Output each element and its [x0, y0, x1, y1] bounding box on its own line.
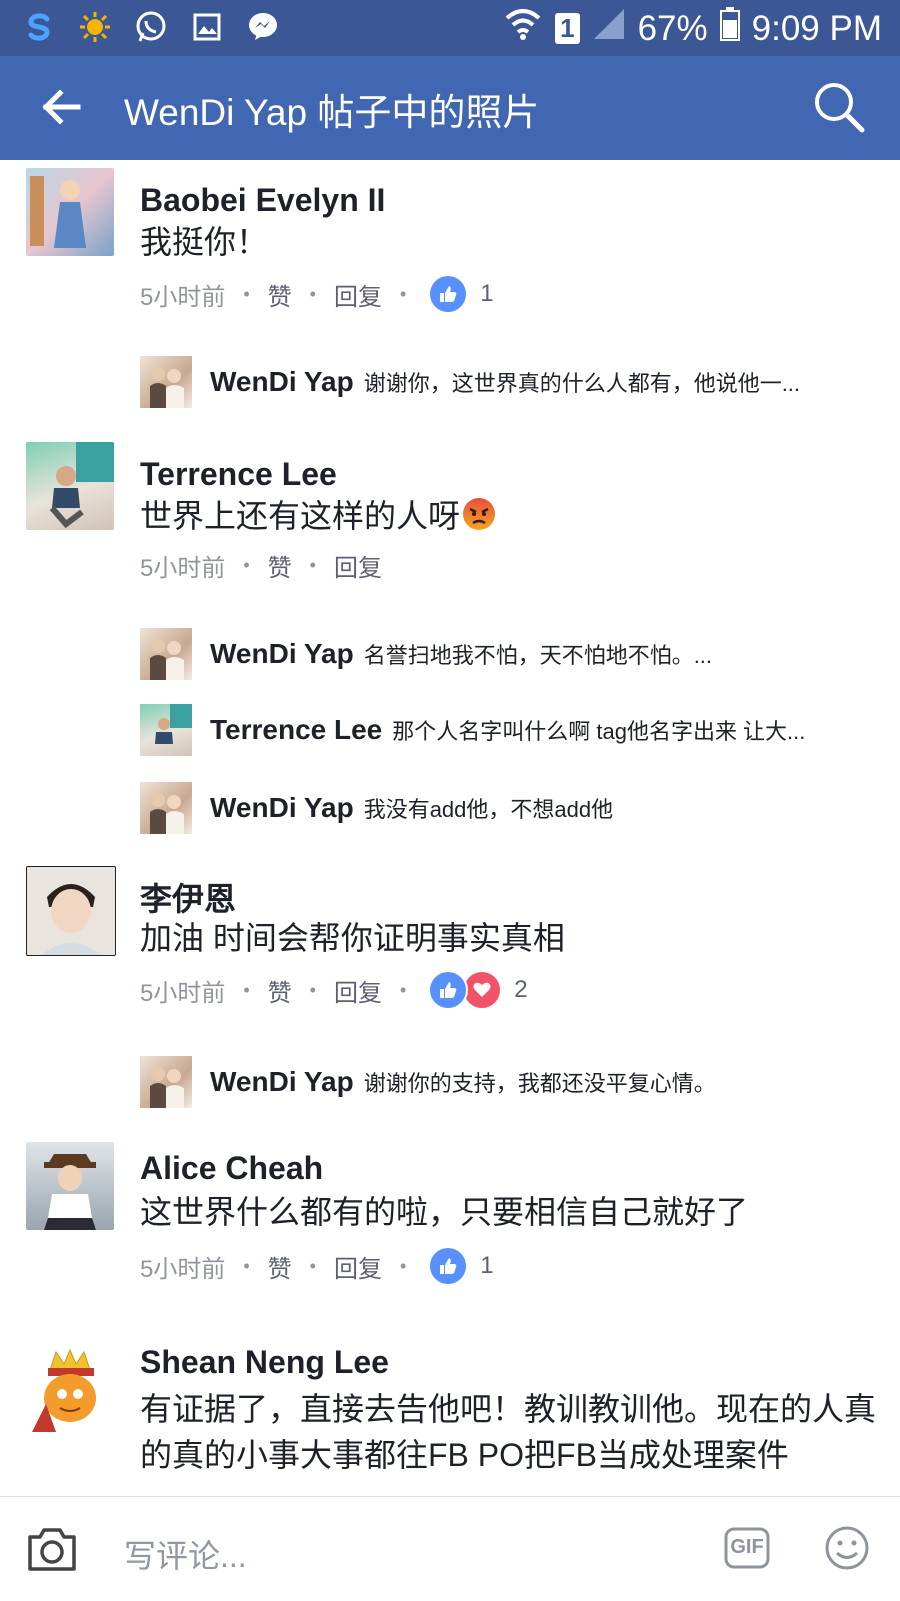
- battery-percent: 67%: [637, 8, 708, 48]
- emoji-icon[interactable]: [824, 1525, 870, 1571]
- comments-list: Baobei Evelyn II 我挺你！ 5小时前 • 赞 • 回复 • 1 …: [0, 160, 900, 1496]
- comment-text: 有证据了，直接去告他吧！教训教训他。现在的人真的真的小事大事都往FB PO把FB…: [140, 1391, 877, 1473]
- reply-author[interactable]: WenDi Yap: [210, 366, 354, 397]
- reply-author[interactable]: WenDi Yap: [210, 638, 354, 669]
- comment-author[interactable]: 李伊恩: [140, 874, 236, 920]
- reply-item[interactable]: WenDi Yap 谢谢你，这世界真的什么人都有，他说他一...: [140, 356, 880, 410]
- reply-button[interactable]: 回复: [334, 973, 382, 1008]
- comment-text: 世界上还有这样的人呀: [140, 496, 880, 540]
- sim-badge: 1: [555, 13, 580, 44]
- comment-text: 这世界什么都有的啦，只要相信自己就好了: [140, 1194, 749, 1230]
- whatsapp-icon: [134, 10, 168, 44]
- reply-author[interactable]: Terrence Lee: [210, 714, 382, 745]
- comment-time: 5小时前: [140, 555, 226, 582]
- comment-author[interactable]: Baobei Evelyn II: [140, 182, 385, 219]
- avatar[interactable]: [26, 866, 116, 956]
- camera-icon[interactable]: [26, 1525, 78, 1573]
- love-reaction-icon: [462, 970, 503, 1010]
- weather-sun-icon: [78, 10, 112, 44]
- reply-author[interactable]: WenDi Yap: [210, 792, 354, 823]
- avatar[interactable]: [140, 356, 192, 408]
- reply-item[interactable]: WenDi Yap 名誉扫地我不怕，天不怕地不怕。...: [140, 628, 880, 682]
- reactions[interactable]: 2: [428, 970, 528, 1010]
- comment-input[interactable]: 写评论...: [124, 1531, 247, 1577]
- comment-author[interactable]: Terrence Lee: [140, 456, 337, 493]
- like-button[interactable]: 赞: [268, 973, 292, 1008]
- comment-time: 5小时前: [140, 283, 226, 311]
- gif-label: GIF: [730, 1536, 764, 1558]
- avatar[interactable]: [26, 168, 114, 256]
- status-bar: 1 67% 9:09 PM: [0, 0, 900, 56]
- comment-meta: 5小时前 • 赞 • 回复 • 1: [140, 274, 494, 314]
- comment-author[interactable]: Alice Cheah: [140, 1150, 323, 1187]
- like-button[interactable]: 赞: [268, 277, 292, 312]
- reactions[interactable]: 1: [428, 1246, 494, 1286]
- like-button[interactable]: 赞: [268, 1249, 292, 1284]
- reply-author[interactable]: WenDi Yap: [210, 1066, 354, 1097]
- avatar[interactable]: [26, 442, 114, 530]
- comment-composer: 写评论... GIF: [0, 1496, 900, 1601]
- comment-meta: 5小时前 • 赞 • 回复: [140, 548, 382, 583]
- angry-emoji-icon: [462, 497, 496, 540]
- like-reaction-icon: [428, 1246, 469, 1286]
- like-reaction-icon: [428, 970, 469, 1010]
- reaction-count: 1: [480, 280, 494, 307]
- reply-item[interactable]: WenDi Yap 谢谢你的支持，我都还没平复心情。: [140, 1056, 880, 1110]
- comment-time: 5小时前: [140, 1255, 226, 1283]
- signal-icon: [592, 7, 626, 50]
- reply-button[interactable]: 回复: [334, 277, 382, 312]
- avatar[interactable]: [26, 1344, 114, 1432]
- reply-item[interactable]: Terrence Lee 那个人名字叫什么啊 tag他名字出来 让大...: [140, 704, 880, 758]
- reply-text: 名誉扫地我不怕，天不怕地不怕。...: [363, 643, 713, 668]
- avatar[interactable]: [140, 782, 192, 834]
- like-reaction-icon: [428, 274, 469, 314]
- comment-time: 5小时前: [140, 979, 226, 1007]
- like-button[interactable]: 赞: [268, 548, 292, 583]
- search-icon[interactable]: [810, 78, 868, 136]
- avatar[interactable]: [140, 704, 192, 756]
- app-s-icon: [22, 10, 56, 44]
- gif-button[interactable]: GIF: [724, 1527, 770, 1569]
- reply-item[interactable]: WenDi Yap 我没有add他，不想add他: [140, 782, 880, 836]
- reply-button[interactable]: 回复: [334, 548, 382, 583]
- comment-meta: 5小时前 • 赞 • 回复 • 1: [140, 1246, 494, 1286]
- wifi-icon: [503, 6, 543, 51]
- avatar[interactable]: [140, 1056, 192, 1108]
- reply-text: 那个人名字叫什么啊 tag他名字出来 让大...: [392, 719, 806, 744]
- gallery-icon: [190, 10, 224, 44]
- reply-text: 我没有add他，不想add他: [363, 797, 614, 822]
- comment-author[interactable]: Shean Neng Lee: [140, 1344, 389, 1381]
- reaction-count: 2: [514, 976, 528, 1003]
- avatar[interactable]: [140, 628, 192, 680]
- comment-text: 加油 时间会帮你证明事实真相: [140, 920, 565, 956]
- reply-text: 谢谢你，这世界真的什么人都有，他说他一...: [363, 371, 801, 396]
- clock: 9:09 PM: [751, 8, 882, 48]
- app-bar: WenDi Yap 帖子中的照片: [0, 56, 900, 160]
- comment-meta: 5小时前 • 赞 • 回复 • 2: [140, 970, 528, 1010]
- page-title: WenDi Yap 帖子中的照片: [124, 92, 540, 133]
- reply-text: 谢谢你的支持，我都还没平复心情。: [363, 1071, 716, 1096]
- avatar[interactable]: [26, 1142, 114, 1230]
- messenger-icon: [246, 10, 280, 44]
- reaction-count: 1: [480, 1252, 494, 1279]
- reply-button[interactable]: 回复: [334, 1249, 382, 1284]
- reactions[interactable]: 1: [428, 274, 494, 314]
- back-arrow-icon[interactable]: [36, 82, 86, 132]
- comment-text: 我挺你！: [140, 224, 269, 260]
- battery-icon: [719, 7, 740, 50]
